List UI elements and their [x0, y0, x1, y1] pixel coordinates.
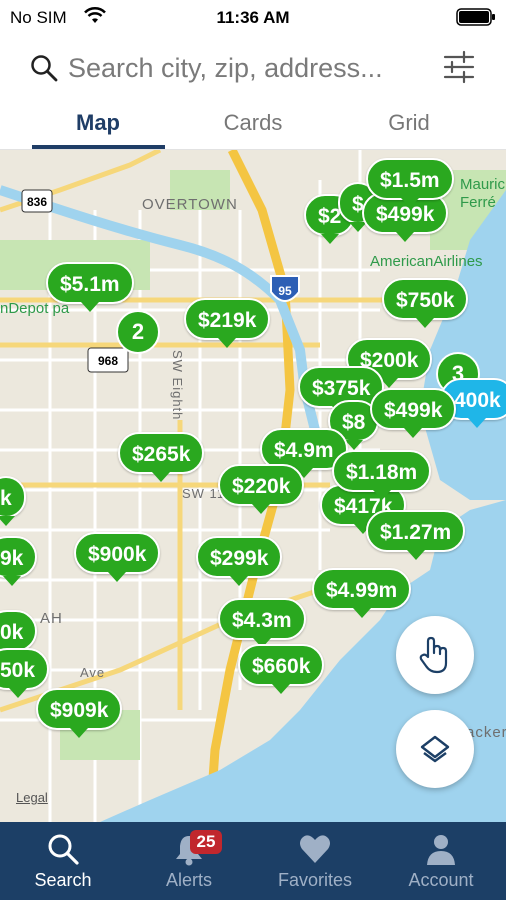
search-icon [48, 834, 79, 865]
price-pin[interactable]: $5.1m [46, 262, 134, 312]
nav-alerts-label: Alerts [165, 870, 212, 890]
search-icon [31, 55, 58, 82]
price-pin[interactable]: $900k [74, 532, 161, 582]
alerts-badge: 25 [190, 830, 222, 854]
map-view[interactable]: 836 95 968 OVERTOWN AmericanAirlines Mau… [0, 150, 506, 822]
bottom-nav: Search Alerts 25 Favorites Account [0, 822, 506, 900]
price-pin[interactable]: $4.99m [312, 568, 412, 618]
map-label-ave: Ave [80, 665, 106, 680]
tab-map[interactable]: Map [28, 110, 168, 136]
status-bar: No SIM 11:36 AM [0, 0, 506, 34]
map-label-sw-eighth: SW Eighth [170, 350, 185, 421]
nav-account-label: Account [408, 870, 474, 890]
price-pin[interactable]: $909k [36, 688, 123, 738]
price-pin[interactable]: $219k [184, 298, 271, 348]
nav-favorites[interactable]: Favorites [252, 822, 378, 900]
map-label-overtown: OVERTOWN [142, 196, 238, 213]
price-pin[interactable]: $299k [196, 536, 283, 586]
shield-968: 968 [98, 354, 118, 368]
map-label-maurice: Mauric [460, 176, 506, 193]
hand-pointer-icon [419, 636, 448, 674]
map-label-ah: AH [40, 610, 63, 627]
shield-95: 95 [278, 284, 292, 298]
nav-favorites-label: Favorites [277, 870, 353, 890]
battery-icon [456, 8, 495, 26]
heart-icon [300, 835, 330, 863]
draw-search-button[interactable] [396, 616, 474, 694]
view-tabs: Map Cards Grid [0, 100, 506, 150]
price-pin[interactable]: $1.5m [366, 158, 454, 208]
search-input[interactable] [68, 48, 428, 88]
nav-alerts[interactable]: Alerts [126, 822, 252, 900]
tab-grid[interactable]: Grid [339, 110, 479, 136]
person-icon [427, 835, 455, 865]
price-pin[interactable]: $265k [118, 432, 205, 482]
tab-cards[interactable]: Cards [183, 110, 323, 136]
price-pin[interactable]: $220k [218, 464, 305, 514]
nav-search[interactable]: Search [0, 822, 126, 900]
map-layers-button[interactable] [396, 710, 474, 788]
nav-account[interactable]: Account [378, 822, 504, 900]
nav-search-label: Search [34, 870, 92, 890]
price-pin[interactable]: $660k [238, 644, 325, 694]
price-pin[interactable]: $750k [382, 278, 469, 328]
shield-836: 836 [27, 195, 47, 209]
layers-icon [420, 735, 450, 763]
price-pin[interactable]: 50k [0, 648, 50, 698]
search-bar [0, 34, 506, 100]
cluster-marker[interactable]: 2 [116, 310, 160, 354]
filter-icon[interactable] [442, 48, 476, 86]
price-pin[interactable]: $1.27m [366, 510, 466, 560]
active-tab-indicator [32, 145, 165, 149]
status-time: 11:36 AM [216, 8, 290, 27]
map-label-american-airlines: AmericanAirlines [370, 253, 483, 270]
price-pin[interactable]: $499k [370, 388, 457, 438]
price-pin[interactable]: $1.18m [332, 450, 432, 500]
map-label-ferre: Ferré [460, 194, 496, 211]
legal-link[interactable]: Legal [16, 790, 48, 805]
price-pin[interactable]: $4.3m [218, 598, 306, 648]
